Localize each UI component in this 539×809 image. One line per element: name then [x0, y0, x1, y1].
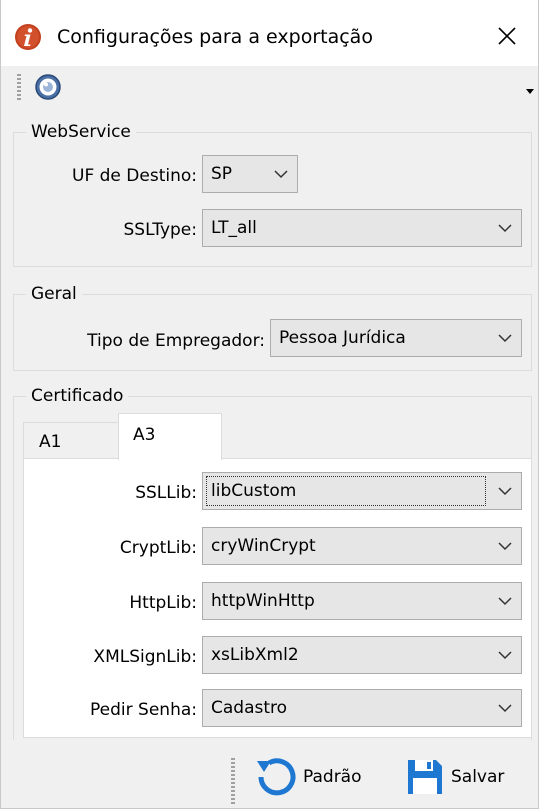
- pedir-senha-label: Pedir Senha:: [90, 700, 197, 720]
- padrao-label: Padrão: [303, 767, 362, 787]
- cryptlib-select[interactable]: cryWinCrypt: [202, 527, 522, 565]
- save-icon: [408, 760, 442, 794]
- httplib-value: httpWinHttp: [211, 591, 315, 611]
- certificado-legend: Certificado: [26, 384, 129, 408]
- close-icon: [498, 27, 516, 45]
- ssltype-select[interactable]: LT_all: [202, 209, 522, 247]
- ssllib-value: libCustom: [211, 481, 297, 501]
- chevron-down-icon: [498, 487, 512, 496]
- httplib-label: HttpLib:: [129, 593, 197, 613]
- cryptlib-label: CryptLib:: [119, 538, 197, 558]
- uf-destino-select[interactable]: SP: [202, 155, 298, 193]
- window-title: Configurações para a exportação: [57, 26, 373, 48]
- close-button[interactable]: [479, 14, 535, 58]
- chevron-down-icon: [498, 334, 512, 343]
- pedir-senha-select[interactable]: Cadastro: [202, 689, 522, 727]
- chevron-down-icon: [498, 704, 512, 713]
- salvar-button[interactable]: Salvar: [405, 752, 504, 802]
- chevron-down-icon: [498, 651, 512, 660]
- uf-destino-label: UF de Destino:: [72, 166, 197, 186]
- webservice-legend: WebService: [26, 120, 136, 144]
- uf-destino-value: SP: [211, 164, 233, 184]
- pedir-senha-value: Cadastro: [211, 698, 288, 718]
- toolbar: [1, 66, 538, 110]
- xmlsignlib-label: XMLSignLib:: [93, 647, 197, 667]
- tab-a1-label: A1: [39, 432, 62, 452]
- chevron-down-icon: [498, 542, 512, 551]
- xmlsignlib-value: xsLibXml2: [211, 645, 299, 665]
- dropdown-arrow-icon[interactable]: [523, 84, 537, 98]
- reset-icon: [257, 758, 296, 796]
- tipo-empregador-value: Pessoa Jurídica: [279, 328, 406, 348]
- httplib-select[interactable]: httpWinHttp: [202, 582, 522, 620]
- chevron-down-icon: [498, 224, 512, 233]
- info-circle-icon: [15, 24, 41, 50]
- tipo-empregador-label: Tipo de Empregador:: [87, 331, 265, 351]
- chevron-down-icon: [498, 597, 512, 606]
- salvar-label: Salvar: [451, 767, 505, 787]
- geral-legend: Geral: [26, 282, 82, 306]
- bottom-toolbar: Padrão Salvar: [1, 740, 538, 808]
- ssllib-label: SSLLib:: [135, 483, 197, 503]
- cryptlib-value: cryWinCrypt: [211, 536, 316, 556]
- tab-a3-label: A3: [133, 425, 156, 445]
- export-settings-window: Configurações para a exportação WebServi…: [0, 0, 539, 809]
- xmlsignlib-select[interactable]: xsLibXml2: [202, 636, 522, 674]
- title-bar: Configurações para a exportação: [1, 0, 538, 66]
- tab-a3[interactable]: A3: [118, 413, 222, 460]
- tab-a1[interactable]: A1: [23, 422, 119, 458]
- chevron-down-icon: [274, 170, 288, 179]
- help-icon[interactable]: [33, 72, 63, 102]
- ssllib-select[interactable]: libCustom: [202, 472, 522, 510]
- bottom-toolbar-grip[interactable]: [231, 758, 235, 804]
- ssltype-label: SSLType:: [123, 220, 198, 240]
- toolbar-grip[interactable]: [17, 74, 21, 100]
- tipo-empregador-select[interactable]: Pessoa Jurídica: [270, 319, 522, 357]
- ssltype-value: LT_all: [211, 218, 257, 238]
- padrao-button[interactable]: Padrão: [253, 752, 362, 802]
